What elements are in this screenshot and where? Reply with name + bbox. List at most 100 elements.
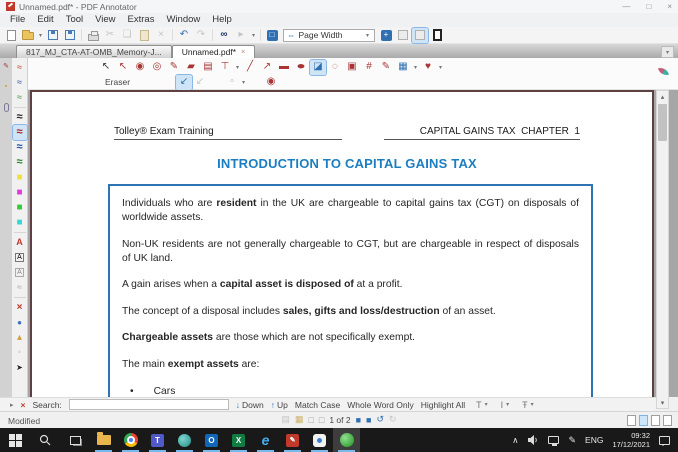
- search-up-button[interactable]: ↑ Up: [271, 400, 288, 410]
- taskbar-search-button[interactable]: [30, 428, 60, 452]
- taskbar-edge[interactable]: e: [252, 428, 279, 452]
- scroll-up-icon[interactable]: ▴: [657, 91, 668, 102]
- minimize-button[interactable]: —: [622, 2, 630, 11]
- pen-gray-icon[interactable]: ≈: [13, 280, 27, 295]
- select-annotation-tool-icon[interactable]: ↖: [115, 60, 131, 75]
- annotations-panel-icon[interactable]: ✎: [3, 63, 9, 70]
- highlighter-magenta-icon[interactable]: ■: [13, 185, 27, 200]
- taskbar-whiteboard-app[interactable]: [306, 428, 333, 452]
- taskbar-outlook[interactable]: O: [198, 428, 225, 452]
- new-document-button[interactable]: [3, 28, 19, 43]
- maximize-button[interactable]: □: [646, 2, 651, 11]
- menu-edit[interactable]: Edit: [31, 13, 59, 27]
- tab-list-dropdown[interactable]: ▾: [661, 46, 674, 58]
- layout-single-button[interactable]: [627, 415, 636, 426]
- favorites-tool-icon[interactable]: ♥: [420, 60, 436, 75]
- tab-close-icon[interactable]: ×: [241, 49, 245, 56]
- hidden-icons-chevron[interactable]: ∧: [512, 435, 518, 446]
- menu-window[interactable]: Window: [160, 13, 206, 27]
- redo-button[interactable]: ↷: [193, 28, 209, 43]
- menu-file[interactable]: File: [4, 13, 31, 27]
- display-icon[interactable]: [548, 436, 560, 446]
- pen-red-icon[interactable]: ≈: [13, 60, 27, 75]
- copy-button[interactable]: ❏: [119, 28, 135, 43]
- taskbar-chrome[interactable]: [117, 428, 144, 452]
- layout-facing-continuous-button[interactable]: [663, 415, 672, 426]
- search-close-icon[interactable]: ×: [21, 400, 26, 410]
- open-file-button[interactable]: [20, 28, 36, 43]
- previous-page-button[interactable]: □: [319, 415, 324, 425]
- highlight-all-button[interactable]: Highlight All: [421, 400, 465, 410]
- marker-tool-icon[interactable]: ▰: [183, 60, 199, 75]
- pen-blue-icon[interactable]: ≈: [13, 75, 27, 90]
- vertical-scrollbar[interactable]: ▴ ▾: [656, 90, 669, 409]
- pen-green-icon[interactable]: ≈: [13, 90, 27, 105]
- next-page-button[interactable]: ■: [356, 415, 361, 425]
- favorites-dropdown-icon[interactable]: ▾: [437, 64, 444, 71]
- eraser-stroke-mode-icon[interactable]: ↙: [175, 73, 194, 91]
- single-page-layout-button[interactable]: [395, 28, 411, 43]
- zoom-mode-button[interactable]: □: [264, 28, 280, 43]
- eraser-size-dropdown-icon[interactable]: ▾: [240, 79, 247, 86]
- save-button[interactable]: [45, 28, 61, 43]
- search-collapse-icon[interactable]: ▸: [10, 401, 14, 409]
- taskbar-clock[interactable]: 09:32 17/12/2021: [612, 431, 650, 449]
- task-view-button[interactable]: [60, 428, 90, 452]
- whole-word-button[interactable]: Whole Word Only: [347, 400, 413, 410]
- triangle-stamp-icon[interactable]: ▴: [13, 330, 27, 345]
- text-red-icon[interactable]: A: [13, 235, 27, 250]
- stamp-tool-icon[interactable]: ⊤: [217, 60, 233, 75]
- line-tool-icon[interactable]: ╱: [242, 60, 258, 75]
- attachments-panel-icon[interactable]: [3, 103, 9, 112]
- cross-stamp-icon[interactable]: ×: [13, 300, 27, 315]
- arrow-tool-icon[interactable]: ↗: [259, 60, 275, 75]
- tab-unnamed-pdf[interactable]: Unnamed.pdf* ×: [171, 45, 256, 58]
- navigate-dropdown-icon[interactable]: ▾: [250, 32, 257, 39]
- full-page-view-button[interactable]: [429, 28, 445, 43]
- menu-tool[interactable]: Tool: [60, 13, 89, 27]
- highlighter-yellow-icon[interactable]: ■: [13, 170, 27, 185]
- open-dropdown-icon[interactable]: ▾: [37, 32, 44, 39]
- cursor-style-button[interactable]: I ▾: [501, 400, 512, 410]
- start-button[interactable]: [0, 428, 30, 452]
- ellipse-tool-icon[interactable]: ●: [288, 60, 314, 75]
- taskbar-teams[interactable]: T: [144, 428, 171, 452]
- image-tool-icon[interactable]: ▦: [395, 60, 411, 75]
- search-input[interactable]: [68, 399, 229, 410]
- highlight-style-button[interactable]: T ▾: [476, 400, 490, 410]
- close-button[interactable]: ×: [667, 2, 672, 11]
- dot-stamp-icon[interactable]: ●: [13, 315, 27, 330]
- pen-tool-icon[interactable]: ✎: [166, 60, 182, 75]
- faint-stamp-icon[interactable]: ▪: [13, 345, 27, 360]
- language-indicator[interactable]: ENG: [585, 435, 603, 445]
- snapshot-tool-icon[interactable]: ▣: [344, 60, 360, 75]
- scroll-down-icon[interactable]: ▾: [657, 397, 668, 408]
- select-tool-icon[interactable]: ↖: [98, 60, 114, 75]
- action-center-icon[interactable]: [659, 435, 670, 446]
- search-down-button[interactable]: ↓ Down: [236, 400, 264, 410]
- text-boxed-icon[interactable]: A: [13, 250, 27, 265]
- marker-red-icon[interactable]: ≈: [11, 124, 28, 141]
- undo-button[interactable]: ↶: [176, 28, 192, 43]
- layout-continuous-button[interactable]: [639, 415, 648, 426]
- eraser-area-mode-icon[interactable]: ↙: [192, 75, 208, 90]
- taskbar-browser-globe[interactable]: [171, 428, 198, 452]
- taskbar-file-explorer[interactable]: [90, 428, 117, 452]
- find-button[interactable]: ∞: [216, 28, 232, 43]
- taskbar-excel[interactable]: X: [225, 428, 252, 452]
- lasso-tool-icon[interactable]: ◌: [327, 60, 343, 75]
- cut-button[interactable]: ✂: [102, 28, 118, 43]
- marker-black-icon[interactable]: ≈: [13, 110, 27, 125]
- taskbar-active-app[interactable]: [333, 428, 360, 452]
- highlighter-green-icon[interactable]: ■: [13, 200, 27, 215]
- stamps-panel-icon[interactable]: ▪: [5, 83, 7, 90]
- previous-view-button[interactable]: ↺: [376, 414, 384, 425]
- pdf-page[interactable]: Tolley® Exam Training CAPITAL GAINS TAX …: [30, 90, 654, 397]
- arrow-stamp-icon[interactable]: ➤: [13, 360, 27, 375]
- menu-help[interactable]: Help: [206, 13, 238, 27]
- save-as-button[interactable]: [62, 28, 78, 43]
- text-boxed2-icon[interactable]: A: [13, 265, 27, 280]
- marker-green-icon[interactable]: ≈: [13, 155, 27, 170]
- hand-tool-icon[interactable]: ◉: [132, 60, 148, 75]
- erase-all-icon[interactable]: ◉: [263, 75, 279, 90]
